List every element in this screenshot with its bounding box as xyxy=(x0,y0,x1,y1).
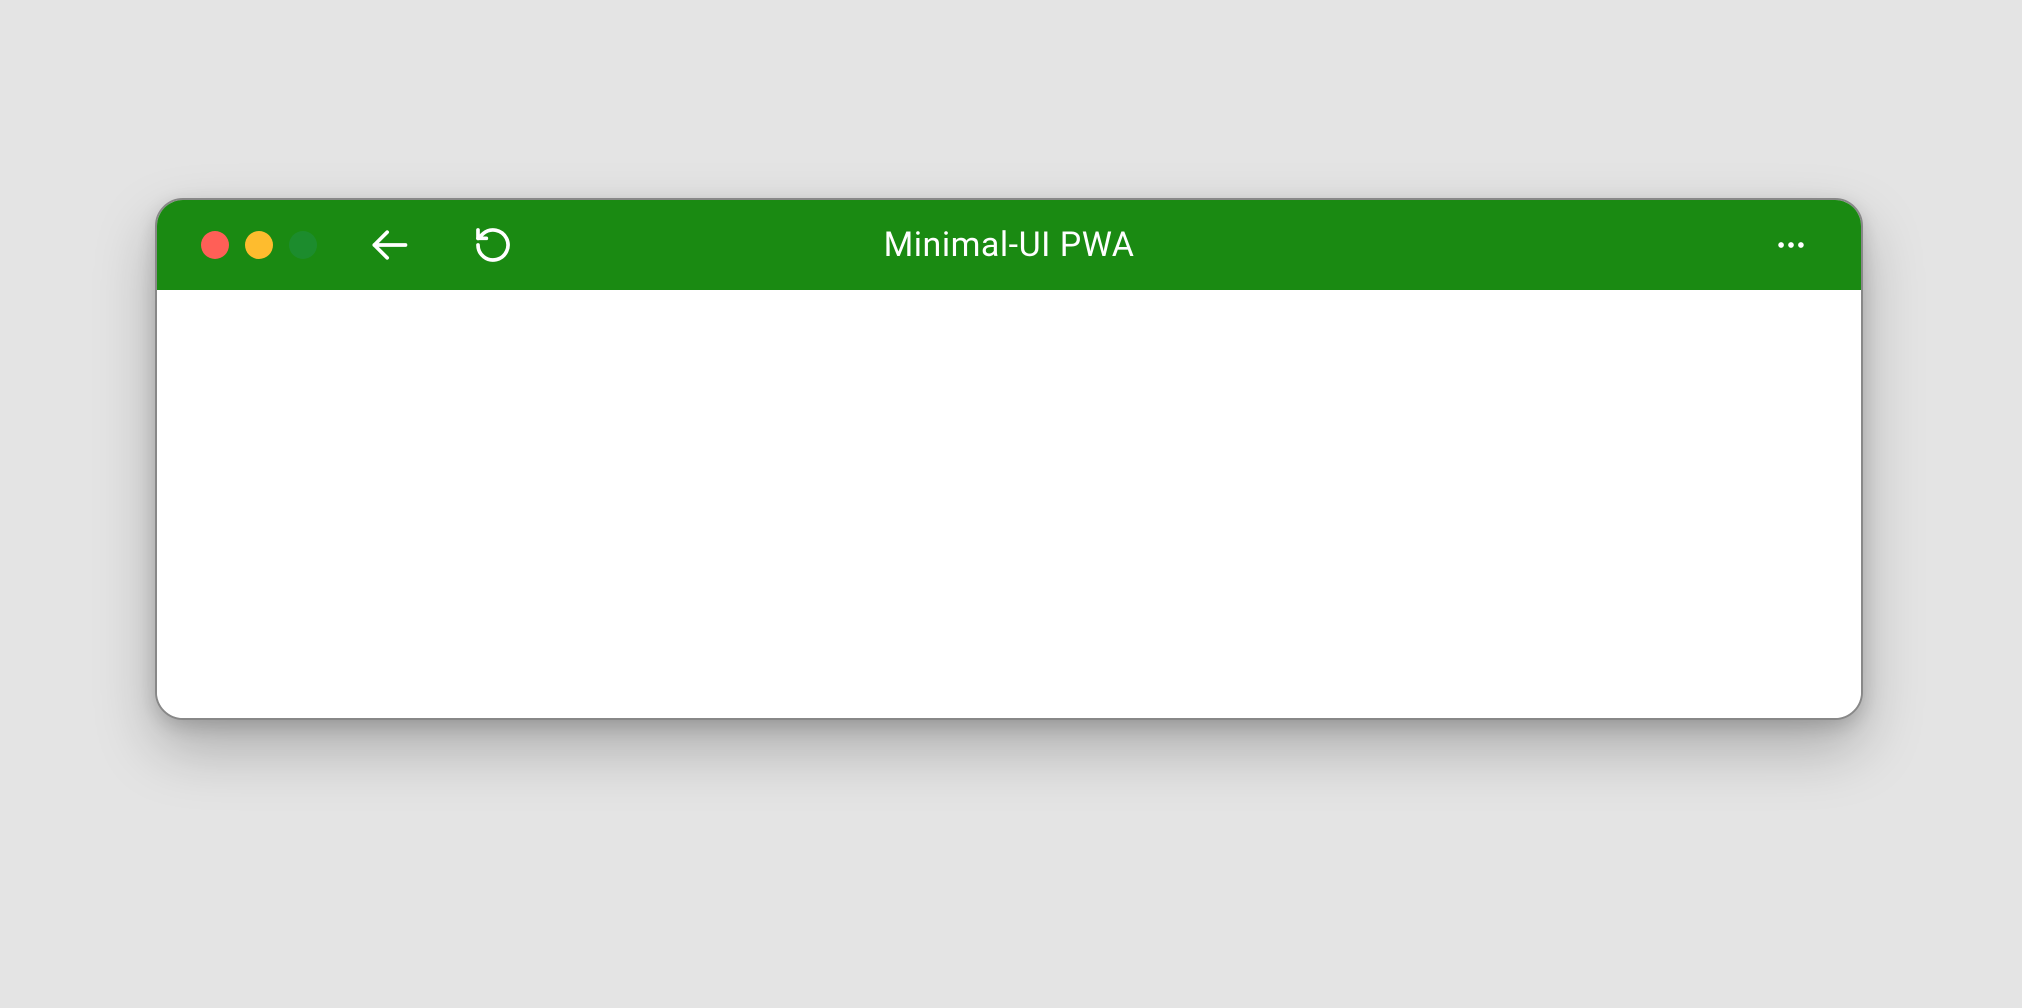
window-maximize-button[interactable] xyxy=(289,231,317,259)
more-options-button[interactable] xyxy=(1767,221,1815,269)
app-window: Minimal-UI PWA xyxy=(155,198,1863,720)
reload-button[interactable] xyxy=(469,221,517,269)
back-button[interactable] xyxy=(365,221,413,269)
content-area xyxy=(157,290,1861,718)
reload-icon xyxy=(473,225,513,265)
titlebar: Minimal-UI PWA xyxy=(157,200,1861,290)
window-title: Minimal-UI PWA xyxy=(884,225,1135,265)
traffic-lights xyxy=(201,231,317,259)
arrow-left-icon xyxy=(367,223,411,267)
ellipsis-icon xyxy=(1774,228,1808,262)
window-minimize-button[interactable] xyxy=(245,231,273,259)
window-close-button[interactable] xyxy=(201,231,229,259)
